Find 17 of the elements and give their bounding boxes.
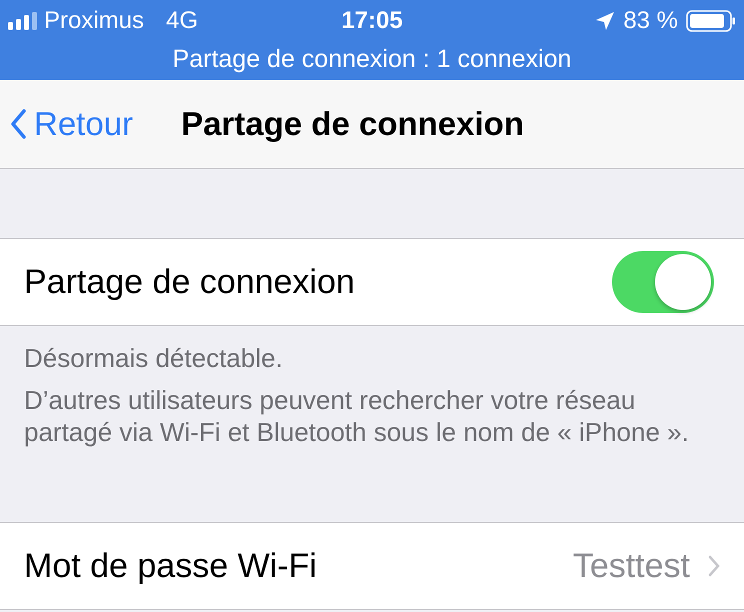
description-text: D’autres utilisateurs peuvent rechercher votre réseau partagé via Wi-Fi et Bluetooth sous le nom de « iPhone ». — [24, 384, 690, 448]
carrier-name: Proximus — [44, 7, 144, 35]
setting-label: Mot de passe Wi-Fi — [24, 546, 318, 586]
chevron-right-icon — [708, 555, 720, 577]
clock-time: 17:05 — [341, 7, 403, 35]
screen-title: Partage de connexion — [181, 105, 524, 143]
battery-icon — [686, 10, 736, 32]
setting-label: Partage de connexion — [24, 262, 356, 302]
location-arrow-icon — [595, 11, 616, 31]
network-type: 4G — [166, 7, 198, 35]
hotspot-banner[interactable]: Partage de connexion : 1 connexion — [172, 44, 572, 74]
battery-percent: 83 % — [623, 7, 678, 35]
status-note: Désormais détectable. — [24, 342, 284, 374]
password-value: Testtest — [572, 546, 690, 586]
signal-icon — [8, 12, 38, 30]
back-button[interactable]: Retour — [0, 105, 134, 143]
chevron-left-icon — [10, 109, 26, 139]
